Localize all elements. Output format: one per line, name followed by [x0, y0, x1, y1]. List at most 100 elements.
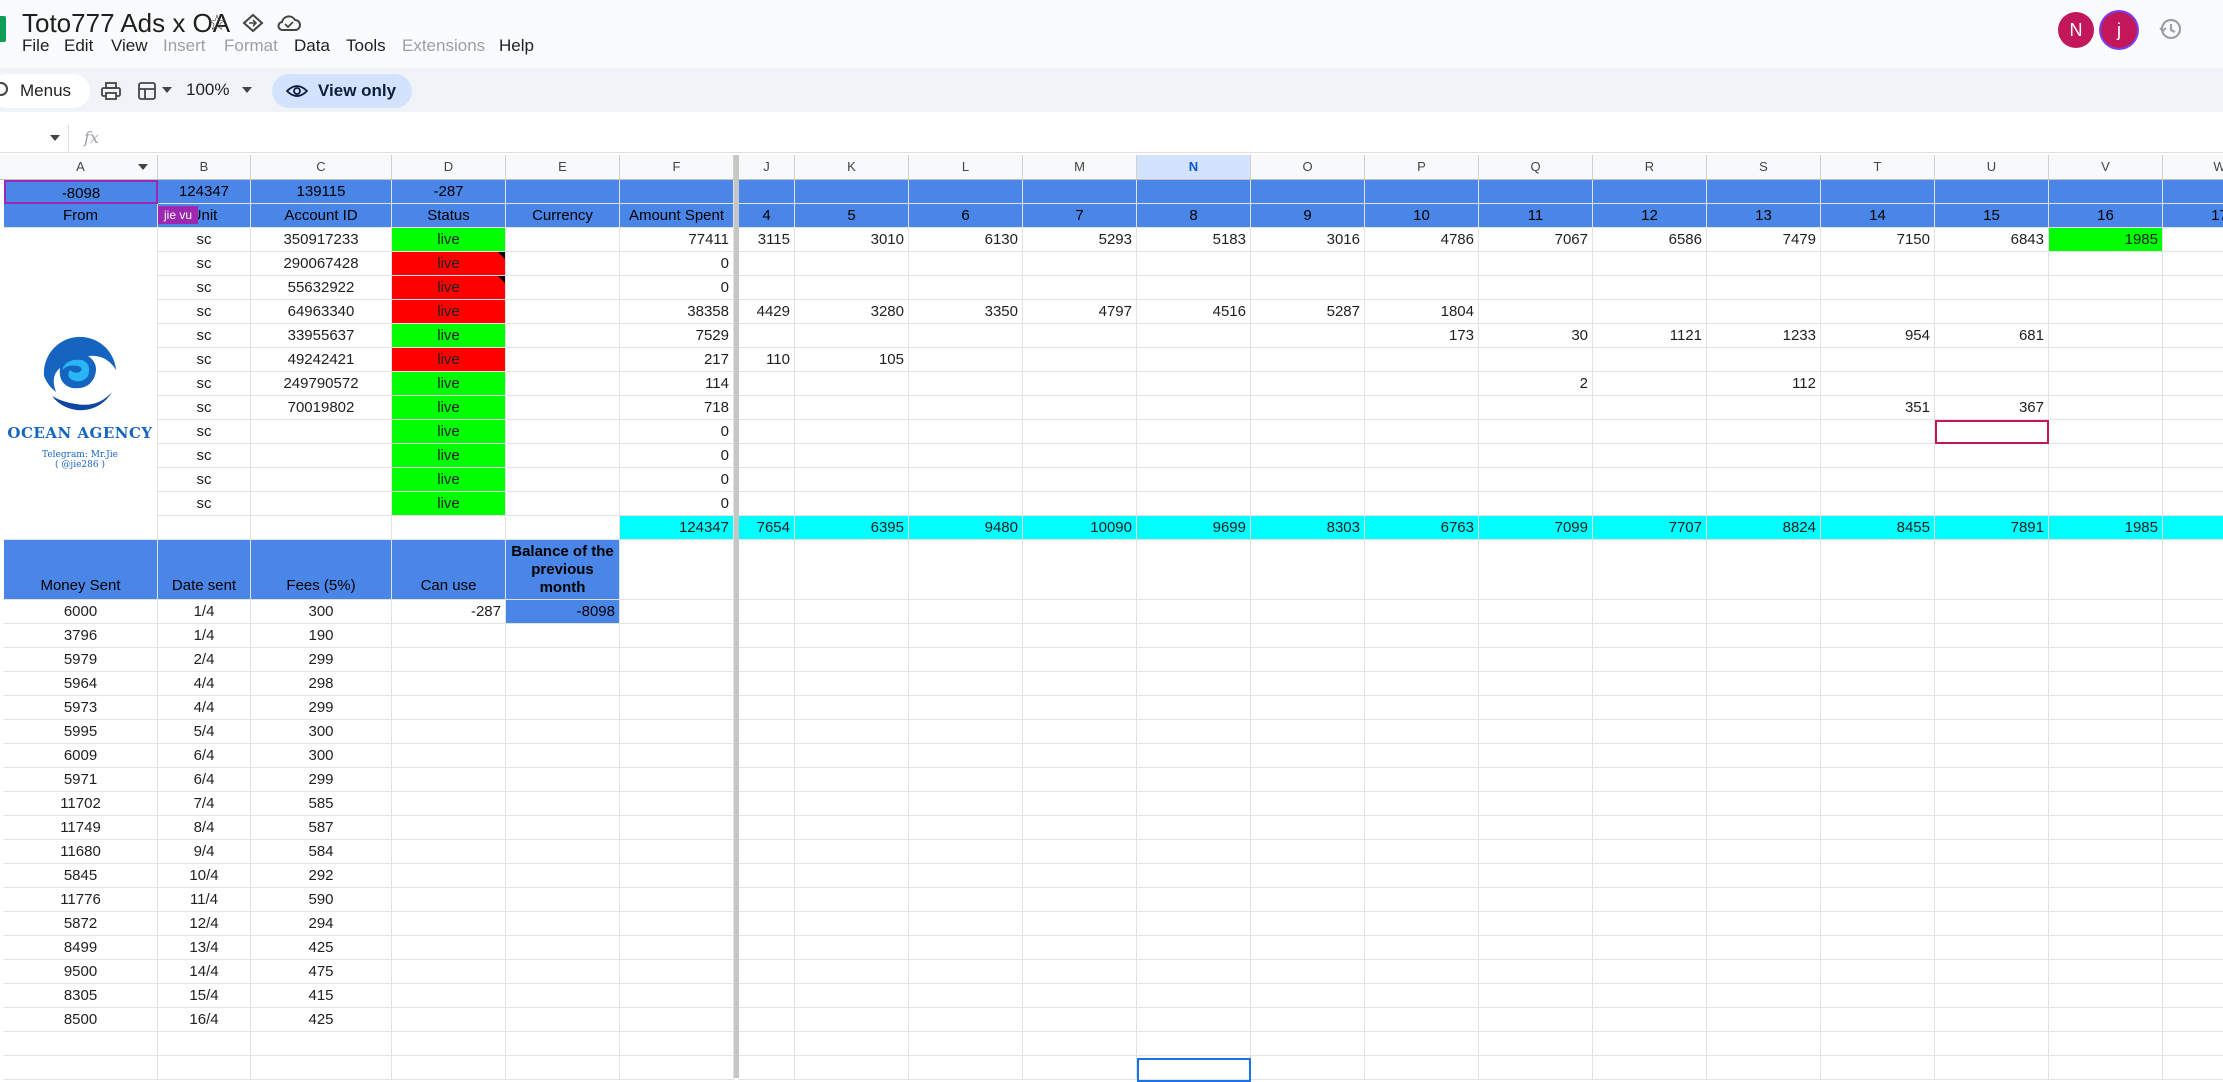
blank-cell[interactable] — [1251, 840, 1365, 864]
blank-cell[interactable] — [2049, 624, 2163, 648]
column-header-e[interactable]: E — [506, 155, 620, 179]
fee-cell[interactable]: 300 — [251, 744, 392, 768]
blank-cell[interactable] — [392, 768, 506, 792]
blank-cell[interactable] — [1137, 792, 1251, 816]
column-header-k[interactable]: K — [795, 155, 909, 179]
day-header[interactable]: 16 — [2049, 204, 2163, 228]
money-sent-cell[interactable]: 11749 — [4, 816, 158, 840]
unit-cell[interactable]: sc — [158, 252, 251, 276]
day-value-cell[interactable] — [1593, 372, 1707, 396]
blank-cell[interactable] — [620, 540, 734, 600]
day-value-cell[interactable] — [1023, 276, 1137, 300]
day-value-cell[interactable] — [1479, 396, 1593, 420]
blank-cell[interactable] — [1593, 912, 1707, 936]
blank-cell[interactable] — [1023, 792, 1137, 816]
day-value-cell[interactable] — [1023, 252, 1137, 276]
blank-cell[interactable] — [909, 888, 1023, 912]
day-value-cell[interactable] — [1707, 420, 1821, 444]
blank-cell[interactable] — [2049, 696, 2163, 720]
day-value-cell[interactable] — [909, 444, 1023, 468]
day-value-cell[interactable] — [1251, 468, 1365, 492]
blank-cell[interactable] — [739, 1056, 795, 1080]
blank-cell[interactable] — [620, 648, 734, 672]
blank-cell[interactable] — [1707, 744, 1821, 768]
day-value-cell[interactable] — [1935, 300, 2049, 324]
day-value-cell[interactable] — [739, 252, 795, 276]
day-value-cell[interactable] — [2163, 300, 2223, 324]
blank-cell[interactable] — [1479, 864, 1593, 888]
status-cell[interactable]: live — [392, 276, 506, 300]
day-header[interactable]: 13 — [1707, 204, 1821, 228]
blank-cell[interactable] — [795, 960, 909, 984]
money-sent-cell[interactable]: 5971 — [4, 768, 158, 792]
column-header-t[interactable]: T — [1821, 155, 1935, 179]
blank-cell[interactable] — [739, 600, 795, 624]
day-value-cell[interactable] — [1251, 324, 1365, 348]
total-spent-cell[interactable]: 124347 — [620, 516, 734, 540]
day-value-cell[interactable]: 3280 — [795, 300, 909, 324]
blank-cell[interactable] — [909, 912, 1023, 936]
total-cell-c[interactable]: 139115 — [251, 180, 392, 204]
amount-spent-cell[interactable]: 0 — [620, 492, 734, 516]
formula-input[interactable] — [112, 126, 2212, 150]
fee-cell[interactable]: 475 — [251, 960, 392, 984]
day-value-cell[interactable] — [1479, 444, 1593, 468]
blank-cell[interactable] — [1479, 960, 1593, 984]
day-value-cell[interactable] — [1137, 444, 1251, 468]
fee-cell[interactable]: 298 — [251, 672, 392, 696]
day-value-cell[interactable] — [795, 396, 909, 420]
blank-cell[interactable] — [1935, 984, 2049, 1008]
status-cell[interactable]: live — [392, 444, 506, 468]
blank-cell[interactable] — [1137, 744, 1251, 768]
unit-cell[interactable]: sc — [158, 324, 251, 348]
blank-cell[interactable] — [1707, 540, 1821, 600]
blank-cell[interactable] — [909, 768, 1023, 792]
blank-cell[interactable] — [158, 1056, 251, 1080]
status-cell[interactable]: live — [392, 252, 506, 276]
blank-cell[interactable] — [2049, 744, 2163, 768]
blank-cell[interactable] — [2163, 792, 2223, 816]
day-header[interactable]: 9 — [1251, 204, 1365, 228]
column-a-filter-icon[interactable] — [138, 164, 148, 170]
blank-cell[interactable] — [1137, 816, 1251, 840]
date-sent-cell[interactable]: 15/4 — [158, 984, 251, 1008]
date-sent-cell[interactable]: 7/4 — [158, 792, 251, 816]
blank-cell[interactable] — [1023, 888, 1137, 912]
day-header[interactable]: 11 — [1479, 204, 1593, 228]
total-day-cell[interactable] — [909, 180, 1023, 204]
total-day-cell[interactable] — [1593, 180, 1707, 204]
blank-cell[interactable] — [2049, 912, 2163, 936]
blank-cell[interactable] — [2163, 816, 2223, 840]
blank-cell[interactable] — [1821, 696, 1935, 720]
fee-cell[interactable]: 300 — [251, 720, 392, 744]
blank-cell[interactable] — [1479, 888, 1593, 912]
blank-cell[interactable] — [2049, 864, 2163, 888]
move-folder-icon[interactable] — [240, 10, 266, 36]
blank-cell[interactable] — [506, 1032, 620, 1056]
blank-cell[interactable] — [1137, 600, 1251, 624]
blank-cell[interactable] — [1365, 672, 1479, 696]
blank-cell[interactable] — [1137, 768, 1251, 792]
blank-cell[interactable] — [620, 768, 734, 792]
blank-cell[interactable] — [1935, 1008, 2049, 1032]
payments-header-money-sent[interactable]: Money Sent — [4, 540, 158, 600]
blank-cell[interactable] — [620, 984, 734, 1008]
blank-cell[interactable] — [795, 600, 909, 624]
currency-cell[interactable] — [506, 444, 620, 468]
menus-search-button[interactable]: Menus — [0, 74, 90, 108]
unit-cell[interactable]: sc — [158, 468, 251, 492]
day-value-cell[interactable] — [1821, 468, 1935, 492]
day-value-cell[interactable] — [1593, 492, 1707, 516]
blank-cell[interactable] — [1935, 1056, 2049, 1080]
money-sent-cell[interactable]: 5964 — [4, 672, 158, 696]
from-merged-cell[interactable] — [4, 228, 158, 540]
day-value-cell[interactable] — [1023, 468, 1137, 492]
blank-cell[interactable] — [1821, 768, 1935, 792]
total-day-value[interactable]: 7099 — [1479, 516, 1593, 540]
blank-cell[interactable] — [1479, 600, 1593, 624]
blank-cell[interactable] — [1023, 696, 1137, 720]
blank-cell[interactable] — [909, 540, 1023, 600]
status-cell[interactable]: live — [392, 492, 506, 516]
total-day-value[interactable]: 9480 — [909, 516, 1023, 540]
day-value-cell[interactable] — [2163, 252, 2223, 276]
